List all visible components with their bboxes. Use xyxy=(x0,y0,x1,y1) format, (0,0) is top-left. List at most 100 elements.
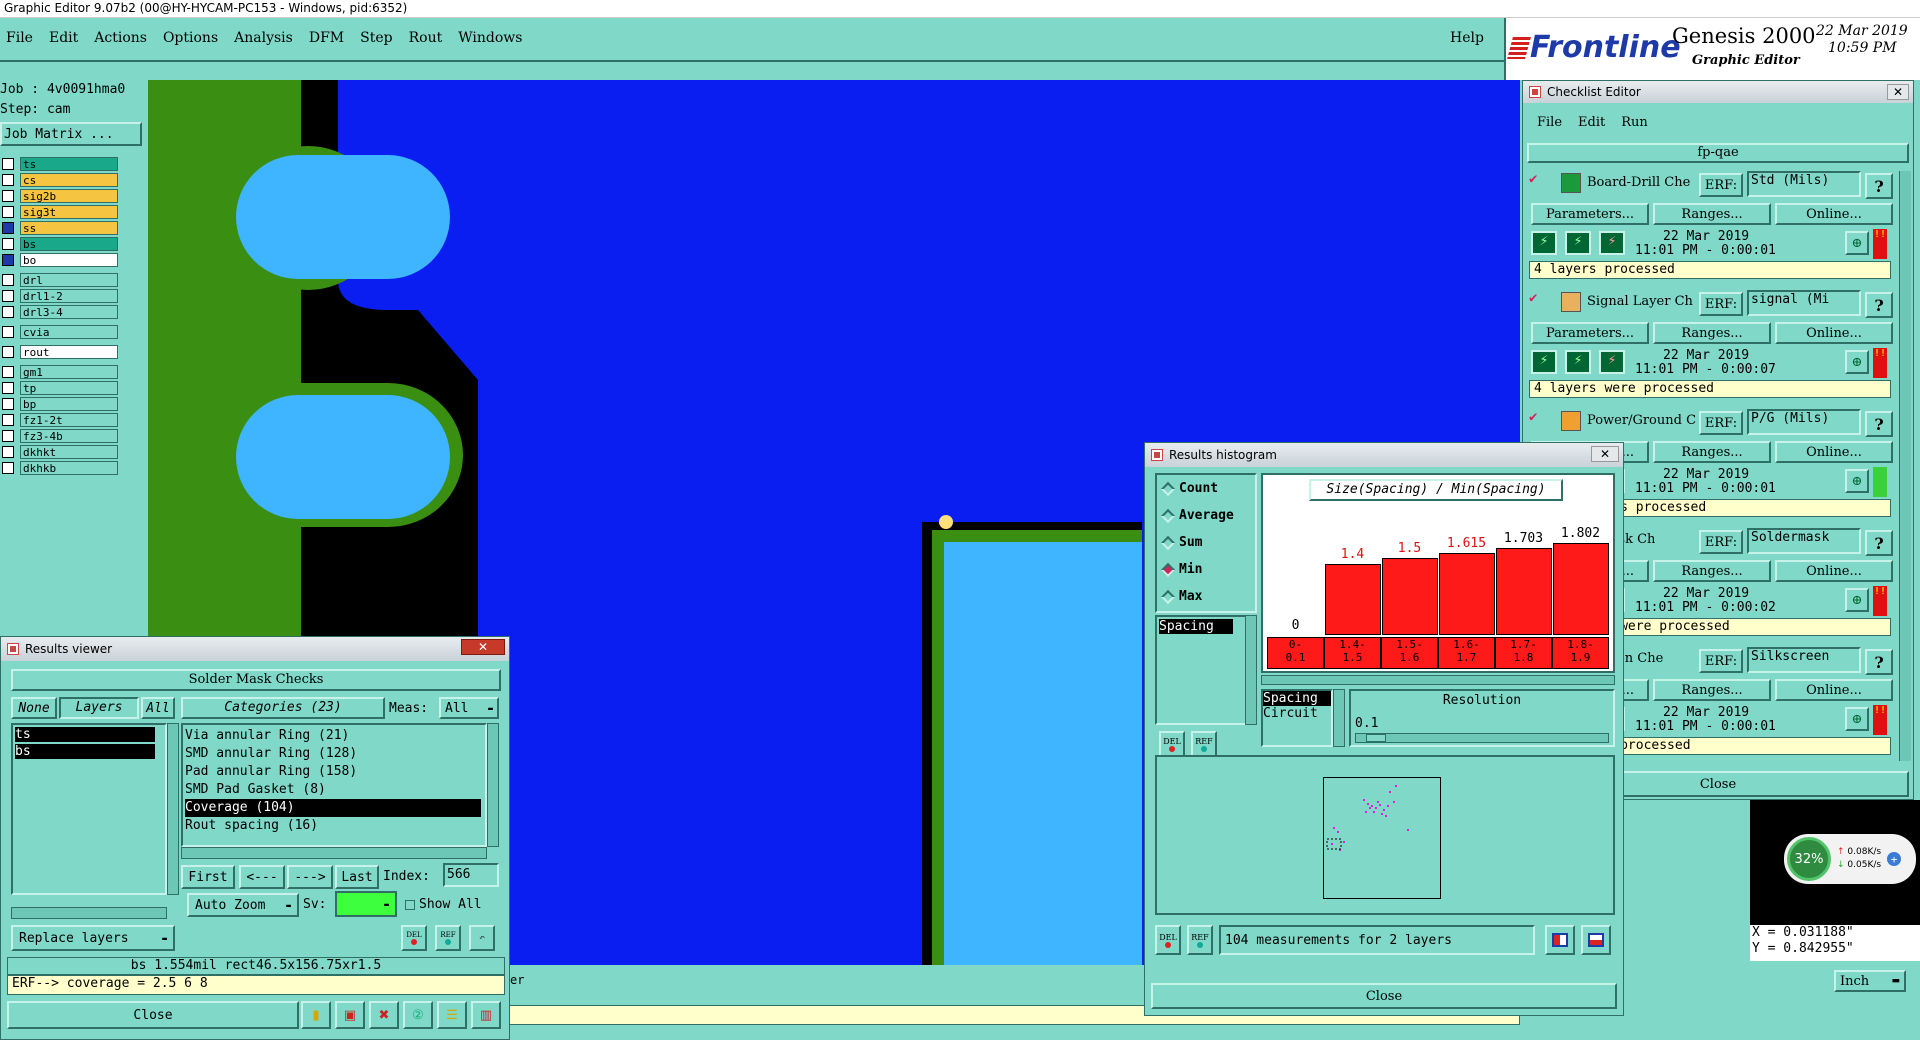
checkbox-icon[interactable] xyxy=(2,306,14,318)
lock-icon[interactable]: ▮ xyxy=(301,1001,331,1029)
erf-value[interactable]: P/G (Mils) xyxy=(1747,409,1861,435)
plus-icon[interactable]: + xyxy=(1887,852,1902,866)
del-button[interactable]: DEL xyxy=(1159,731,1185,757)
checkbox-icon[interactable] xyxy=(2,414,14,426)
checklist-menu-edit[interactable]: Edit xyxy=(1578,115,1605,131)
layer-row[interactable]: dkhkt xyxy=(0,444,118,460)
checkbox-icon[interactable] xyxy=(2,446,14,458)
last-button[interactable]: Last xyxy=(335,865,379,889)
layer-row[interactable]: bp xyxy=(0,396,118,412)
erf-button[interactable]: ERF: xyxy=(1699,292,1743,316)
erf-value[interactable]: signal (Mi xyxy=(1747,290,1861,316)
run-icon[interactable]: ⚡ xyxy=(1531,231,1557,255)
layer-row[interactable]: drl xyxy=(0,272,118,288)
layer-row[interactable]: cvia xyxy=(0,324,118,340)
histogram-list-scrollbar[interactable] xyxy=(1245,615,1257,725)
parameters-button[interactable]: Parameters... xyxy=(1531,203,1649,225)
category-spacing[interactable]: Spacing xyxy=(1263,691,1331,706)
menu-actions[interactable]: Actions xyxy=(94,30,147,46)
histogram-bar[interactable] xyxy=(1325,564,1381,635)
option-min[interactable]: Min xyxy=(1157,556,1255,583)
prev-button[interactable]: <--- xyxy=(239,865,285,889)
checkbox-icon[interactable] xyxy=(2,254,14,266)
ranges-button[interactable]: Ranges... xyxy=(1653,560,1771,582)
histogram-bar[interactable] xyxy=(1496,548,1552,635)
menu-analysis[interactable]: Analysis xyxy=(234,30,293,46)
results-category-item[interactable]: Coverage (104) xyxy=(185,799,481,817)
chart-icon-button-1[interactable] xyxy=(1545,925,1575,955)
zoom-icon[interactable]: ⊕ xyxy=(1845,588,1869,612)
checkbox-icon[interactable] xyxy=(2,462,14,474)
enabled-check-icon[interactable]: ✔ xyxy=(1529,171,1537,187)
option-max[interactable]: Max xyxy=(1157,583,1255,610)
checkbox-icon[interactable] xyxy=(2,158,14,170)
none-button[interactable]: None xyxy=(11,697,57,719)
parameters-button[interactable]: Parameters... xyxy=(1531,322,1649,344)
number-icon[interactable]: ② xyxy=(403,1001,433,1029)
layer-row[interactable]: cs xyxy=(0,172,118,188)
menu-dfm[interactable]: DFM xyxy=(309,30,344,46)
zoom-icon[interactable]: ⊕ xyxy=(1845,707,1869,731)
undo-button[interactable]: ↶ xyxy=(469,925,495,951)
histogram-bar[interactable] xyxy=(1382,558,1438,635)
layer-list-hscroll[interactable] xyxy=(11,907,167,919)
histogram-hscroll[interactable] xyxy=(1261,675,1615,685)
run-icon[interactable]: ⚡ xyxy=(1565,231,1591,255)
menu-file[interactable]: File xyxy=(6,30,33,46)
run-icon[interactable]: ⚡ xyxy=(1531,350,1557,374)
checkbox-icon[interactable] xyxy=(2,274,14,286)
preview-del-button[interactable]: DEL xyxy=(1155,925,1181,955)
online-button[interactable]: Online... xyxy=(1775,203,1893,225)
checkbox-icon[interactable] xyxy=(2,290,14,302)
results-close-button[interactable]: Close xyxy=(7,1001,299,1029)
layer-row[interactable]: bo xyxy=(0,252,118,268)
index-input[interactable]: 566 xyxy=(443,863,499,887)
run-icon[interactable]: ⚡ xyxy=(1599,350,1625,374)
results-category-item[interactable]: Rout spacing (16) xyxy=(185,817,481,835)
checkbox-icon[interactable] xyxy=(2,174,14,186)
help-button[interactable]: ? xyxy=(1865,411,1893,437)
ref-button[interactable]: REF xyxy=(435,925,461,951)
results-layer-item[interactable]: ts xyxy=(15,727,155,742)
option-sum[interactable]: Sum xyxy=(1157,529,1255,556)
option-average[interactable]: Average xyxy=(1157,502,1255,529)
histogram-bar[interactable] xyxy=(1553,543,1609,635)
layer-row[interactable]: fz3-4b xyxy=(0,428,118,444)
show-all-checkbox[interactable]: Show All xyxy=(405,897,482,912)
bars-icon[interactable]: ▥ xyxy=(471,1001,501,1029)
checkbox-icon[interactable] xyxy=(2,366,14,378)
option-count[interactable]: Count xyxy=(1157,475,1255,502)
online-button[interactable]: Online... xyxy=(1775,679,1893,701)
results-category-item[interactable]: SMD Pad Gasket (8) xyxy=(185,781,481,799)
ranges-button[interactable]: Ranges... xyxy=(1653,203,1771,225)
all-layers-button[interactable]: All xyxy=(141,697,175,719)
histogram-bar[interactable] xyxy=(1439,553,1495,635)
checkbox-icon[interactable] xyxy=(2,382,14,394)
meas-selector[interactable]: All ▬ xyxy=(439,697,499,719)
menu-edit[interactable]: Edit xyxy=(49,30,78,46)
preview-ref-button[interactable]: REF xyxy=(1187,925,1213,955)
category-vscroll[interactable] xyxy=(487,723,499,847)
checkbox-icon[interactable] xyxy=(2,326,14,338)
ranges-button[interactable]: Ranges... xyxy=(1653,322,1771,344)
enabled-check-icon[interactable]: ✔ xyxy=(1529,290,1537,306)
erf-value[interactable]: Std (Mils) xyxy=(1747,171,1861,197)
ranges-button[interactable]: Ranges... xyxy=(1653,441,1771,463)
erf-button[interactable]: ERF: xyxy=(1699,530,1743,554)
online-button[interactable]: Online... xyxy=(1775,322,1893,344)
layer-row[interactable]: ss xyxy=(0,220,118,236)
layer-row[interactable]: tp xyxy=(0,380,118,396)
layer-row[interactable]: sig2b xyxy=(0,188,118,204)
category-circuit[interactable]: Circuit xyxy=(1263,706,1331,721)
category-hscroll[interactable] xyxy=(181,847,487,859)
layer-row[interactable]: bs xyxy=(0,236,118,252)
checkbox-icon[interactable] xyxy=(2,430,14,442)
replace-layers-selector[interactable]: Replace layers ▬ xyxy=(11,925,175,951)
menu-rout[interactable]: Rout xyxy=(409,30,443,46)
run-icon[interactable]: ⚡ xyxy=(1599,231,1625,255)
help-button[interactable]: ? xyxy=(1865,649,1893,675)
close-icon[interactable]: ✕ xyxy=(461,639,505,655)
zoom-selector[interactable]: Auto Zoom ▬ xyxy=(187,893,299,917)
menu-options[interactable]: Options xyxy=(163,30,218,46)
chart-icon-button-2[interactable] xyxy=(1581,925,1611,955)
